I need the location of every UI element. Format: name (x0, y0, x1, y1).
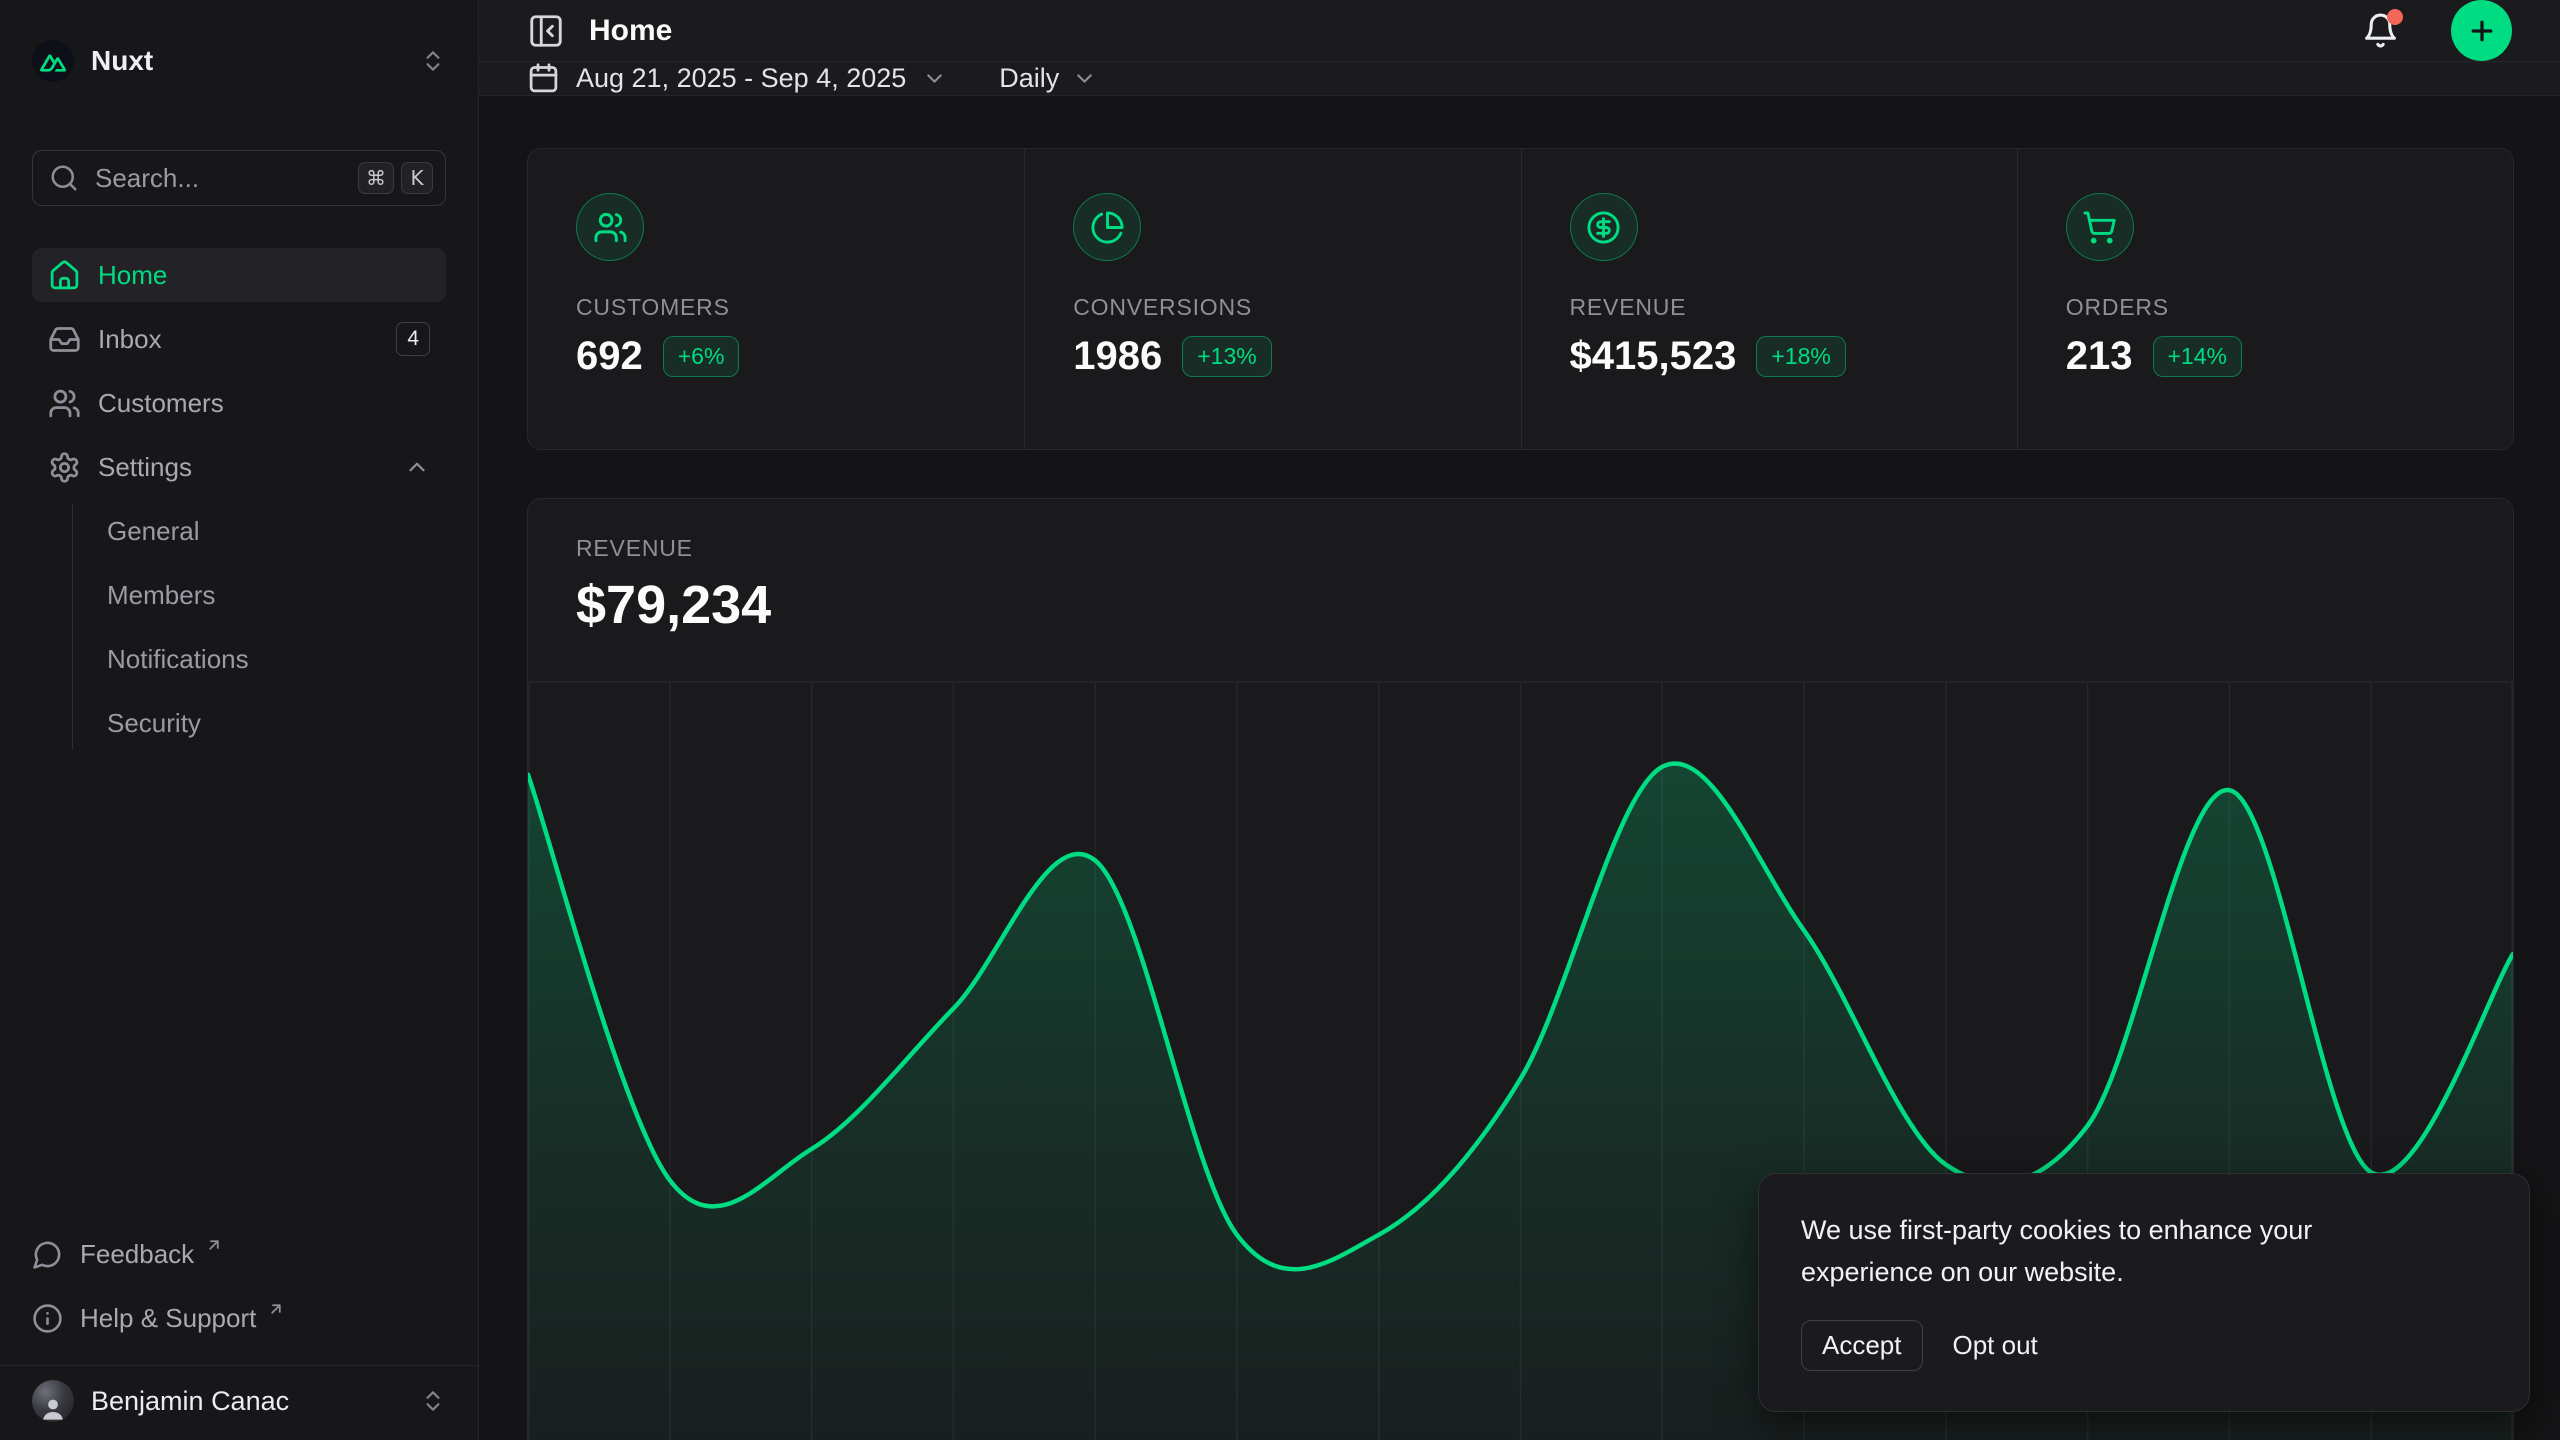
sidebar: Nuxt Search... ⌘ K Home (0, 0, 479, 1440)
chevrons-up-down-icon (420, 1388, 446, 1414)
chevron-down-icon (922, 66, 947, 91)
kbd-k: K (401, 162, 433, 194)
stat-label: REVENUE (1570, 294, 1969, 321)
users-icon (48, 387, 81, 420)
help-support-link[interactable]: Help & Support (32, 1291, 446, 1345)
search-icon (49, 163, 79, 193)
sidebar-item-label: Settings (98, 452, 192, 483)
avatar (32, 1380, 74, 1422)
feedback-label: Feedback (80, 1239, 194, 1270)
cookie-banner: We use first-party cookies to enhance yo… (1758, 1173, 2530, 1412)
cookie-accept-button[interactable]: Accept (1801, 1320, 1923, 1371)
notifications-button[interactable] (2362, 12, 2399, 49)
sidebar-item-label: Home (98, 260, 167, 291)
external-link-icon (205, 1236, 223, 1254)
stat-delta-badge: +14% (2153, 336, 2242, 377)
info-circle-icon (32, 1303, 63, 1334)
search-input[interactable]: Search... ⌘ K (32, 150, 446, 206)
plus-icon (2467, 16, 2497, 46)
workspace-name: Nuxt (91, 45, 403, 77)
sidebar-item-customers[interactable]: Customers (32, 376, 446, 430)
sidebar-item-notifications[interactable]: Notifications (107, 632, 446, 686)
chevrons-up-down-icon (420, 48, 446, 74)
stat-value: 692 (576, 334, 643, 379)
sidebar-item-security[interactable]: Security (107, 696, 446, 750)
workspace-switcher[interactable]: Nuxt (32, 32, 446, 90)
search-placeholder: Search... (95, 163, 342, 194)
stat-delta-badge: +6% (663, 336, 740, 377)
sidebar-item-label: Customers (98, 388, 224, 419)
stat-value: 1986 (1073, 334, 1162, 379)
dollar-circle-icon (1570, 193, 1638, 261)
home-icon (48, 259, 81, 292)
gear-icon (48, 451, 81, 484)
message-bubble-icon (32, 1239, 63, 1270)
add-button[interactable] (2451, 0, 2512, 61)
granularity-select[interactable]: Daily (999, 63, 1097, 94)
cookie-optout-button[interactable]: Opt out (1937, 1321, 2054, 1370)
user-name: Benjamin Canac (91, 1386, 403, 1417)
search-shortcut: ⌘ K (358, 162, 433, 194)
date-range-picker[interactable]: Aug 21, 2025 - Sep 4, 2025 (527, 62, 947, 95)
sidebar-item-inbox[interactable]: Inbox 4 (32, 312, 446, 366)
sidebar-item-home[interactable]: Home (32, 248, 446, 302)
sidebar-item-members[interactable]: Members (107, 568, 446, 622)
page-title: Home (589, 14, 2338, 48)
page-header: Home (479, 0, 2560, 62)
cookie-message: We use first-party cookies to enhance yo… (1801, 1210, 2441, 1294)
granularity-value: Daily (999, 63, 1059, 94)
stat-value: $415,523 (1570, 334, 1737, 379)
revenue-chart-value: $79,234 (576, 574, 2465, 636)
chevron-up-icon (404, 454, 430, 480)
help-support-label: Help & Support (80, 1303, 256, 1334)
stats-row: CUSTOMERS 692 +6% CONVERSIONS 1986 +13% (527, 148, 2514, 450)
sidebar-item-settings[interactable]: Settings (32, 440, 446, 494)
stat-label: ORDERS (2066, 294, 2465, 321)
users-icon (576, 193, 644, 261)
shopping-cart-icon (2066, 193, 2134, 261)
pie-chart-icon (1073, 193, 1141, 261)
filters-toolbar: Aug 21, 2025 - Sep 4, 2025 Daily (479, 62, 2560, 96)
sidebar-nav: Home Inbox 4 Customers Settings (32, 248, 446, 750)
sidebar-collapse-button[interactable] (527, 12, 565, 50)
stat-label: CONVERSIONS (1073, 294, 1472, 321)
feedback-link[interactable]: Feedback (32, 1227, 446, 1281)
stat-card-conversions[interactable]: CONVERSIONS 1986 +13% (1024, 149, 1520, 449)
kbd-command: ⌘ (358, 162, 394, 194)
stat-label: CUSTOMERS (576, 294, 976, 321)
inbox-icon (48, 323, 81, 356)
sidebar-footer: Feedback Help & Support (0, 1227, 478, 1345)
revenue-chart-label: REVENUE (576, 535, 2465, 562)
external-link-icon (267, 1300, 285, 1318)
stat-card-revenue[interactable]: REVENUE $415,523 +18% (1521, 149, 2017, 449)
panel-left-icon (527, 12, 565, 50)
sidebar-item-label: Inbox (98, 324, 162, 355)
stat-value: 213 (2066, 334, 2133, 379)
date-range-value: Aug 21, 2025 - Sep 4, 2025 (576, 63, 906, 94)
stat-delta-badge: +13% (1182, 336, 1271, 377)
inbox-count-badge: 4 (396, 322, 430, 355)
user-menu[interactable]: Benjamin Canac (0, 1366, 478, 1440)
nuxt-logo-icon (32, 40, 74, 82)
stat-card-orders[interactable]: ORDERS 213 +14% (2017, 149, 2513, 449)
settings-subnav: General Members Notifications Security (72, 504, 446, 750)
stat-delta-badge: +18% (1756, 336, 1845, 377)
calendar-icon (527, 62, 560, 95)
stat-card-customers[interactable]: CUSTOMERS 692 +6% (528, 149, 1024, 449)
sidebar-item-general[interactable]: General (107, 504, 446, 558)
notification-dot (2387, 9, 2403, 25)
chevron-down-icon (1072, 66, 1097, 91)
